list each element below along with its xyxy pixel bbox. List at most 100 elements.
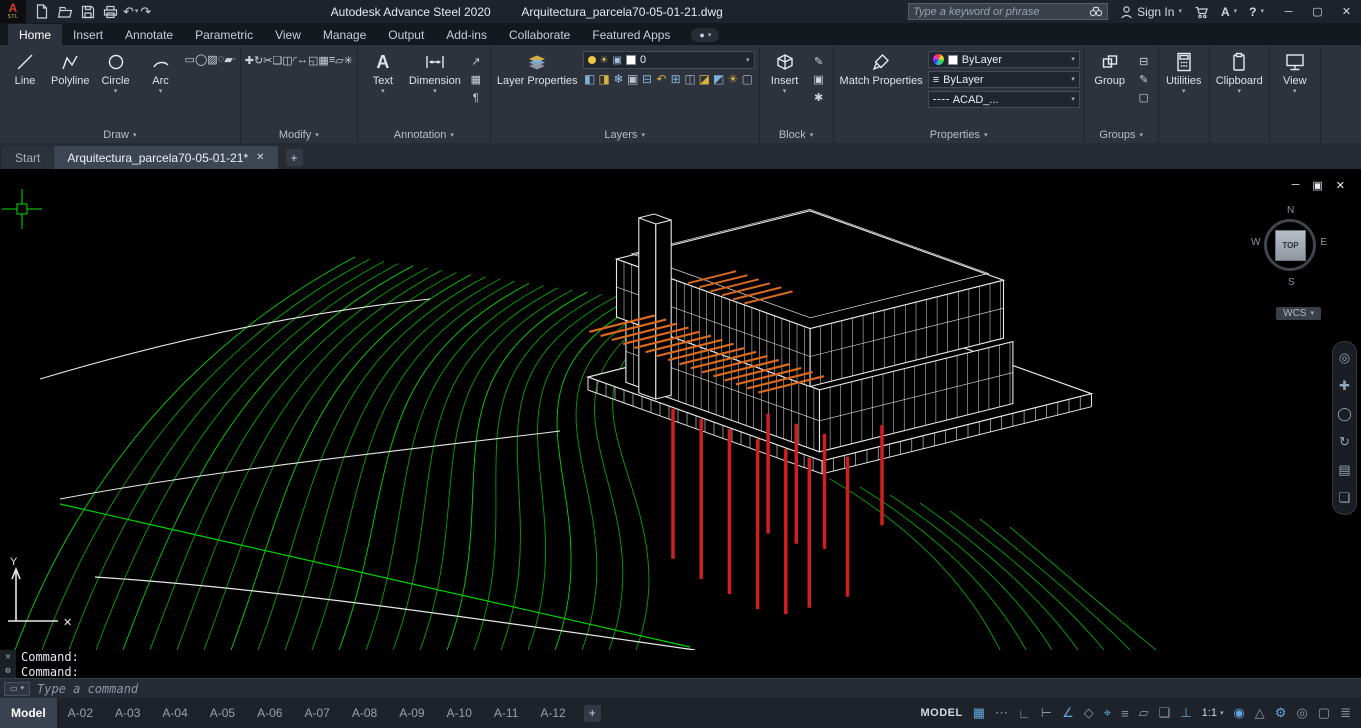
grid-icon[interactable]: ▦ (973, 705, 985, 721)
copy-icon[interactable]: ❏ (272, 54, 282, 67)
annotation-visibility-icon[interactable]: ◉ (1233, 705, 1244, 721)
layout-stack-icon[interactable]: ❏ (1339, 490, 1351, 506)
transparency-icon[interactable]: ▱ (1139, 705, 1149, 721)
layer-on-icon[interactable]: ◩ (712, 72, 726, 86)
scale-icon[interactable]: ◱ (308, 54, 318, 67)
tab-insert[interactable]: Insert (62, 24, 114, 45)
file-tab-document[interactable]: Arquitectura_parcela70-05-01-21* ✕ (54, 146, 278, 169)
tab-addins[interactable]: Add-ins (435, 24, 498, 45)
command-close-icon[interactable]: ✕ (5, 652, 10, 662)
rotate-icon[interactable]: ↻ (254, 54, 263, 67)
table-icon[interactable]: ▦ (466, 71, 486, 88)
autoscale-icon[interactable]: △ (1255, 705, 1265, 721)
insert-caret-icon[interactable]: ▾ (783, 88, 787, 95)
layout-tab-model[interactable]: Model (0, 698, 57, 728)
panel-annotation-footer[interactable]: Annotation ▾ (362, 127, 486, 143)
viewcube-west[interactable]: W (1251, 237, 1260, 248)
dimension-button[interactable]: Dimension ▾ (407, 47, 463, 95)
mirror-icon[interactable]: ◫ (282, 54, 292, 67)
dimension-caret-icon[interactable]: ▾ (433, 88, 437, 95)
viewport-close-button[interactable]: ✕ (1336, 179, 1345, 192)
tab-output[interactable]: Output (377, 24, 435, 45)
arc-caret-icon[interactable]: ▾ (159, 88, 163, 95)
viewcube-south[interactable]: S (1288, 277, 1295, 288)
insert-button[interactable]: Insert ▾ (764, 47, 806, 95)
app-logo[interactable]: A STL (0, 0, 26, 23)
lineweight-icon[interactable]: ≡ (1121, 706, 1129, 721)
match-properties-button[interactable]: Match Properties (838, 47, 925, 87)
search-input[interactable] (913, 5, 1090, 18)
tab-home[interactable]: Home (8, 24, 63, 45)
color-caret-icon[interactable]: ▾ (1071, 56, 1075, 63)
panel-modify-footer[interactable]: Modify ▾ (245, 127, 353, 143)
tab-manage[interactable]: Manage (312, 24, 377, 45)
arc-button[interactable]: Arc ▾ (140, 47, 182, 95)
close-button[interactable]: ✕ (1332, 0, 1361, 23)
layer-isolate-icon[interactable]: ◨ (597, 72, 611, 86)
viewport-restore-button[interactable]: ▣ (1312, 179, 1322, 192)
panel-block-footer[interactable]: Block ▾ (764, 127, 829, 143)
showmotion-icon[interactable]: ▤ (1338, 462, 1350, 478)
layer-lock-icon[interactable]: ▣ (626, 72, 640, 86)
file-tab-start[interactable]: Start ✕ (2, 146, 54, 169)
layer-thaw-icon[interactable]: ☀ (726, 72, 740, 86)
viewcube-east[interactable]: E (1320, 237, 1327, 248)
command-input[interactable] (37, 681, 1361, 696)
layer-delete-icon[interactable]: ◪ (697, 72, 711, 86)
circle-button[interactable]: Circle ▾ (95, 47, 137, 95)
new-tab-button[interactable]: + (285, 149, 303, 166)
viewcube[interactable]: N W E S TOP (1251, 203, 1331, 299)
layout-tab-a12[interactable]: A-12 (529, 698, 576, 728)
plot-button[interactable] (100, 2, 121, 21)
tab-annotate[interactable]: Annotate (114, 24, 184, 45)
command-input-row[interactable]: ▭ ▾ (0, 678, 1361, 698)
wcs-menu[interactable]: WCS ▾ (1276, 307, 1321, 320)
viewport-minimize-button[interactable]: ─ (1292, 179, 1300, 192)
layout-tab-a04[interactable]: A-04 (151, 698, 198, 728)
point-icon[interactable]: ∙ (233, 53, 236, 65)
nav-wheel-icon[interactable]: ◎ (1339, 350, 1350, 366)
ungroup-icon[interactable]: ⊟ (1134, 53, 1154, 70)
isodraft-icon[interactable]: ◇ (1084, 705, 1094, 721)
tab-featured-apps[interactable]: Featured Apps (581, 24, 681, 45)
orbit-icon[interactable]: ↻ (1339, 434, 1350, 450)
group-select-icon[interactable]: ▢ (1134, 89, 1154, 106)
layer-dropdown-caret-icon[interactable]: ▾ (746, 57, 750, 64)
layer-unlock-icon[interactable]: ▢ (740, 72, 754, 86)
layout-tab-a07[interactable]: A-07 (293, 698, 340, 728)
linetype-caret-icon[interactable]: ▾ (1071, 96, 1075, 103)
layer-properties-button[interactable]: Layer Properties (495, 47, 580, 87)
layer-dropdown[interactable]: ☀ ▣ 0 ▾ (582, 51, 755, 69)
layout-tab-a10[interactable]: A-10 (436, 698, 483, 728)
layout-tab-a05[interactable]: A-05 (199, 698, 246, 728)
utilities-button[interactable]: Utilities ▾ (1163, 47, 1205, 95)
lineweight-caret-icon[interactable]: ▾ (1071, 76, 1075, 83)
command-customize-icon[interactable]: ⚙ (5, 666, 10, 676)
array-icon[interactable]: ▦ (318, 54, 328, 67)
layer-freeze-icon[interactable]: ❄ (611, 72, 625, 86)
explode-icon[interactable]: ✳ (344, 54, 353, 67)
model-space-toggle[interactable]: MODEL (920, 707, 962, 719)
isolate-objects-icon[interactable]: ◎ (1296, 705, 1307, 721)
command-options-icon[interactable]: ▭ ▾ (4, 681, 30, 696)
clipboard-button[interactable]: Clipboard ▾ (1214, 47, 1265, 95)
search-box[interactable] (908, 3, 1109, 20)
undo-caret-icon[interactable]: ▾ (135, 8, 139, 15)
open-button[interactable] (54, 2, 75, 21)
store-cart-button[interactable] (1188, 5, 1215, 19)
selection-cycling-icon[interactable]: ❏ (1159, 705, 1171, 721)
layout-tab-a03[interactable]: A-03 (104, 698, 151, 728)
layer-merge-icon[interactable]: ◫ (683, 72, 697, 86)
panel-layers-footer[interactable]: Layers ▾ (495, 127, 755, 143)
dynamic-ucs-icon[interactable]: ⊥ (1180, 705, 1191, 721)
panel-draw-footer[interactable]: Draw ▾ (4, 127, 236, 143)
viewcube-north[interactable]: N (1287, 205, 1294, 216)
layout-tab-a08[interactable]: A-08 (341, 698, 388, 728)
ellipse-icon[interactable]: ◯ (195, 53, 207, 66)
workspace-icon[interactable]: ⚙ (1275, 705, 1287, 721)
tab-close-icon[interactable]: ✕ (256, 152, 264, 163)
utilities-caret-icon[interactable]: ▾ (1182, 88, 1186, 95)
zoom-icon[interactable]: ◯ (1337, 406, 1352, 422)
view-caret-icon[interactable]: ▾ (1293, 88, 1297, 95)
layer-walk-icon[interactable]: ⊞ (669, 72, 683, 86)
